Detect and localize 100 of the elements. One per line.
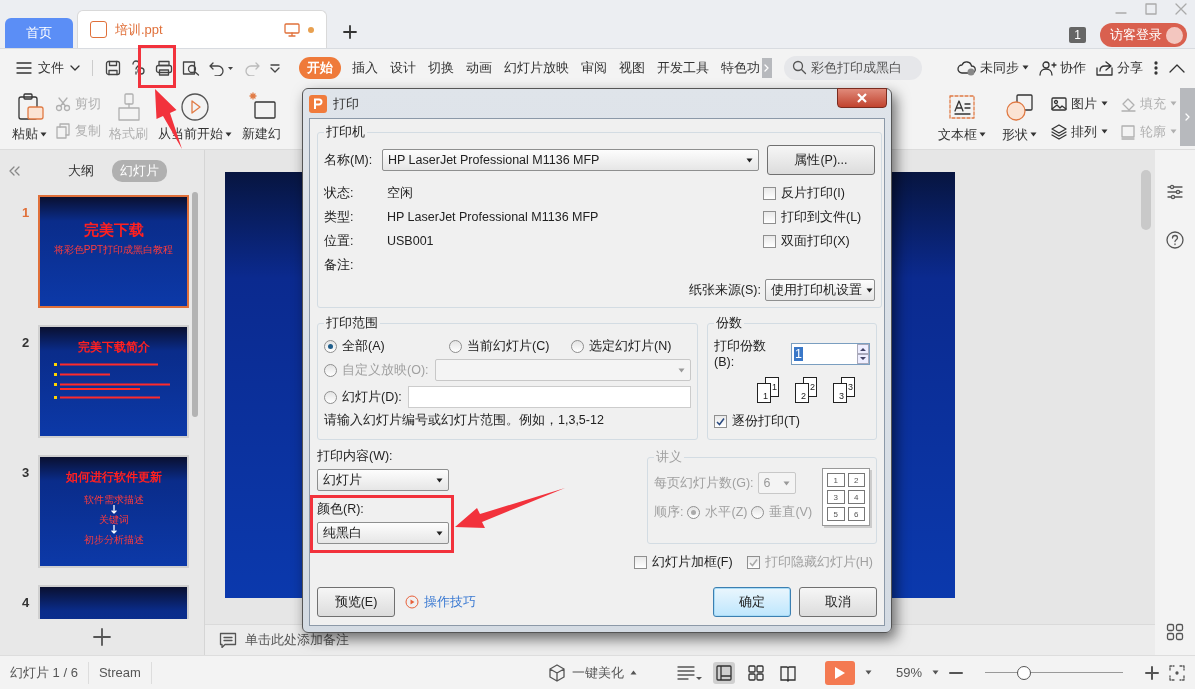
color-dropdown[interactable]: 纯黑白 [317, 522, 449, 544]
search-field[interactable]: 彩色打印成黑白 [784, 55, 922, 80]
caret-icon [866, 287, 873, 293]
collapse-icon[interactable] [1169, 62, 1185, 73]
slide-subtitle: 将彩色PPT打印成黑白教程 [53, 244, 174, 255]
collapse-panel-icon[interactable] [8, 166, 20, 176]
preview-button[interactable]: 预览(E) [317, 587, 395, 617]
theme-name[interactable]: Stream [98, 665, 141, 680]
check-icon [716, 416, 725, 426]
printer-dropdown[interactable]: HP LaserJet Professional M1136 MFP [382, 149, 759, 171]
caret-icon [436, 530, 443, 536]
radio-button[interactable]: 全部(A) [324, 334, 449, 358]
more-icon[interactable] [1153, 59, 1159, 76]
ribbon-button[interactable]: 粘贴 [10, 92, 49, 143]
monitor-icon[interactable] [284, 22, 300, 37]
page-sheet: 3 [833, 383, 847, 403]
slide-number: 3 [22, 465, 30, 482]
print-content-dropdown[interactable]: 幻灯片 [317, 469, 449, 491]
format-icon[interactable] [130, 59, 146, 76]
settings-icon[interactable] [1166, 183, 1184, 201]
info-label: 位置: [324, 232, 355, 250]
caret-icon [436, 477, 443, 483]
notes-view-icon[interactable] [676, 663, 703, 682]
slideshow-button[interactable] [824, 660, 855, 685]
slide-title: 如何进行软件更新 [65, 469, 162, 486]
scrollbar[interactable] [1141, 170, 1151, 230]
ribbon-tab[interactable]: 切换 [428, 56, 454, 79]
login-button[interactable]: 访客登录 [1100, 23, 1187, 47]
page-sheet: 2 [795, 383, 809, 403]
checkbox[interactable]: 反片打印(I) [763, 181, 875, 205]
ok-button[interactable]: 确定 [713, 587, 791, 617]
save-icon[interactable] [105, 59, 121, 76]
ribbon-button[interactable]: 排列 [1051, 122, 1108, 141]
chevron-right-icon [1184, 113, 1191, 121]
copies-field[interactable]: 1 [791, 342, 870, 365]
ribbon-tab[interactable]: 插入 [352, 56, 378, 79]
zoom-in-icon[interactable] [1145, 665, 1159, 680]
ribbon-tab[interactable]: 设计 [390, 56, 416, 79]
zoom-level[interactable]: 59% [895, 665, 922, 680]
hint-text: 请输入幻灯片编号或幻灯片范围。例如，1,3,5-12 [324, 412, 605, 429]
add-slide-icon[interactable] [93, 628, 111, 646]
image-icon [1051, 95, 1067, 112]
caret-icon [1101, 101, 1108, 106]
fit-window-icon[interactable] [1169, 664, 1185, 681]
caret-icon [979, 132, 986, 137]
print-icon[interactable] [155, 59, 173, 76]
ribbon-tab[interactable]: 审阅 [581, 56, 607, 79]
beautify-button[interactable]: 一键美化 [547, 663, 637, 682]
checkbox[interactable]: 逐份打印(T) [714, 409, 870, 433]
slide-thumbnail[interactable]: 完美下载简介 [38, 325, 189, 438]
caret-icon [678, 367, 685, 373]
panel-tab[interactable]: 大纲 [60, 160, 102, 182]
toolbar-action[interactable]: 未同步 [957, 58, 1029, 77]
handout-group: 讲义 每页幻灯片数(G): 6 顺序: 水平(Z) 垂直(V) 1 2 3 4 5 6 [647, 448, 877, 544]
toolbar-action[interactable]: 协作 [1039, 58, 1086, 77]
slider-thumb[interactable] [1016, 665, 1031, 680]
ribbon-tab[interactable]: 特色功 [721, 56, 760, 79]
spin-buttons-icon[interactable] [857, 343, 869, 364]
cancel-button[interactable]: 取消 [799, 587, 877, 617]
radio-button[interactable]: 当前幻灯片(C) [449, 334, 571, 358]
page-cell: 6 [847, 507, 865, 521]
flow-step: 关键词 [98, 514, 129, 525]
print-range-group: 打印范围 全部(A) 当前幻灯片(C) 选定幻灯片(N) 自定义放映(O): 幻灯片(D): 请输入幻灯片编号或幻灯片范围。例如，1,3,5-12 [317, 314, 698, 440]
help-icon[interactable] [1166, 231, 1184, 249]
print-preview-icon[interactable] [182, 59, 200, 76]
close-button[interactable] [837, 88, 887, 108]
checkbox[interactable]: 双面打印(X) [763, 229, 875, 253]
ribbon-button[interactable]: 形状 [1000, 91, 1039, 144]
ribbon-tab[interactable]: 开发工具 [657, 56, 709, 79]
ribbon-tab[interactable]: 幻灯片放映 [504, 56, 569, 79]
paper-source-dropdown[interactable]: 使用打印机设置 [765, 279, 875, 301]
cube-icon [547, 663, 566, 682]
properties-button[interactable]: 属性(P)... [767, 145, 875, 175]
checkbox[interactable]: 幻灯片加框(F) [633, 550, 733, 574]
checkbox[interactable]: 打印到文件(L) [763, 205, 875, 229]
view-button[interactable] [712, 661, 735, 684]
caret-icon [864, 670, 872, 675]
slide-title: 完美下载简介 [77, 339, 150, 356]
presentation-icon [90, 21, 107, 38]
field-label: 颜色(R): [317, 501, 365, 518]
tips-link[interactable]: 操作技巧 [405, 593, 476, 611]
ribbon-button[interactable]: 新建幻 [240, 92, 283, 143]
ribbon-button[interactable]: 文本框 [936, 91, 988, 144]
ribbon-button[interactable]: 图片 [1051, 94, 1108, 113]
share-icon [1096, 59, 1114, 76]
file-menu[interactable]: 文件 [16, 58, 80, 77]
slide-range-field[interactable] [407, 386, 691, 408]
cloud-icon [957, 59, 977, 76]
grid-icon[interactable] [1166, 623, 1184, 641]
close-icon [856, 93, 868, 103]
field-label: 每页幻灯片数(G): [654, 474, 754, 492]
radio-button[interactable]: 幻灯片(D): [324, 385, 402, 409]
add-tab-icon[interactable] [343, 25, 357, 39]
ribbon-tab[interactable]: 动画 [466, 56, 492, 79]
window-count-badge[interactable]: 1 [1069, 27, 1086, 43]
radio-button[interactable]: 选定幻灯片(N) [571, 334, 691, 358]
toolbar-action[interactable]: 分享 [1096, 58, 1143, 77]
customize-icon[interactable] [269, 61, 281, 74]
ribbon-tab[interactable]: 视图 [619, 56, 645, 79]
scrollbar[interactable] [192, 192, 198, 417]
